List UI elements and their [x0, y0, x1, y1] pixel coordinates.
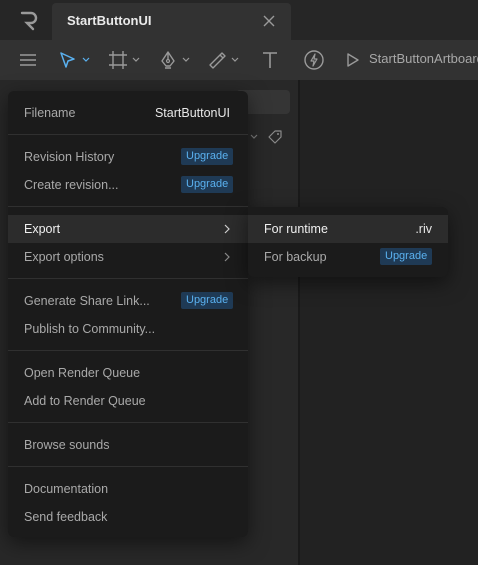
menu-divider	[8, 206, 248, 207]
document-tab[interactable]: StartButtonUI	[52, 3, 291, 40]
publish-to-community-label: Publish to Community...	[24, 322, 156, 336]
tab-title: StartButtonUI	[67, 13, 152, 28]
select-arrow-icon	[60, 52, 75, 68]
artboard-tool-button[interactable]	[108, 48, 140, 72]
export-submenu: For runtime .riv For backup Upgrade	[248, 207, 448, 277]
menu-item-publish-to-community[interactable]: Publish to Community...	[8, 315, 248, 343]
documentation-label: Documentation	[24, 482, 109, 496]
select-tool-button[interactable]	[58, 48, 90, 72]
export-label: Export	[24, 222, 61, 236]
generate-share-link-label: Generate Share Link...	[24, 294, 150, 308]
menu-item-send-feedback[interactable]: Send feedback	[8, 503, 248, 531]
brush-icon	[209, 52, 226, 69]
upgrade-badge[interactable]: Upgrade	[380, 248, 433, 265]
browse-sounds-label: Browse sounds	[24, 438, 110, 452]
menu-item-export[interactable]: Export	[8, 215, 248, 243]
chevron-down-icon	[132, 57, 140, 62]
upgrade-badge[interactable]: Upgrade	[181, 176, 234, 193]
artboard-name[interactable]: StartButtonArtboard	[369, 51, 478, 66]
runtime-extension: .riv	[415, 222, 432, 236]
export-options-label: Export options	[24, 250, 104, 264]
menu-item-filename[interactable]: Filename StartButtonUI	[8, 99, 248, 127]
menu-divider	[8, 278, 248, 279]
open-render-queue-label: Open Render Queue	[24, 366, 141, 380]
menu-divider	[8, 134, 248, 135]
menu-divider	[8, 350, 248, 351]
filename-value: StartButtonUI	[154, 106, 230, 120]
add-to-render-queue-label: Add to Render Queue	[24, 394, 146, 408]
rive-logo-icon[interactable]	[18, 9, 40, 31]
artboard-frame-icon	[109, 51, 127, 69]
pen-tool-button[interactable]	[158, 48, 190, 72]
chevron-down-icon	[182, 57, 190, 62]
chevron-right-icon	[224, 252, 230, 262]
menu-item-documentation[interactable]: Documentation	[8, 475, 248, 503]
submenu-item-for-backup[interactable]: For backup Upgrade	[248, 243, 448, 271]
brush-tool-button[interactable]	[207, 48, 239, 72]
menu-divider	[8, 422, 248, 423]
filename-label: Filename	[24, 106, 76, 120]
menu-item-revision-history[interactable]: Revision History Upgrade	[8, 143, 248, 171]
create-revision-label: Create revision...	[24, 178, 119, 192]
chevron-down-icon	[231, 57, 239, 62]
menu-divider	[8, 466, 248, 467]
chevron-down-icon	[82, 57, 90, 62]
upgrade-badge[interactable]: Upgrade	[181, 292, 234, 309]
lightning-tool-button[interactable]	[303, 48, 325, 72]
chevron-right-icon	[224, 224, 230, 234]
text-tool-icon	[263, 52, 277, 68]
hamburger-menu-icon	[20, 54, 36, 66]
menu-item-browse-sounds[interactable]: Browse sounds	[8, 431, 248, 459]
text-tool-button[interactable]	[260, 48, 280, 72]
menu-item-add-to-render-queue[interactable]: Add to Render Queue	[8, 387, 248, 415]
menu-item-generate-share-link[interactable]: Generate Share Link... Upgrade	[8, 287, 248, 315]
send-feedback-label: Send feedback	[24, 510, 108, 524]
for-runtime-label: For runtime	[264, 222, 328, 236]
play-button[interactable]	[345, 48, 361, 72]
close-icon[interactable]	[259, 11, 279, 31]
title-bar: StartButtonUI	[0, 0, 478, 40]
main-menu: Filename StartButtonUI Revision History …	[8, 91, 248, 537]
menu-item-open-render-queue[interactable]: Open Render Queue	[8, 359, 248, 387]
stage-canvas[interactable]	[300, 80, 478, 565]
tag-icon[interactable]	[268, 130, 282, 144]
submenu-item-for-runtime[interactable]: For runtime .riv	[248, 215, 448, 243]
lightning-icon	[304, 50, 324, 70]
for-backup-label: For backup	[264, 250, 327, 264]
menu-item-export-options[interactable]: Export options	[8, 243, 248, 271]
pen-tool-icon	[161, 51, 175, 69]
hamburger-menu-button[interactable]	[18, 48, 38, 72]
menu-item-create-revision[interactable]: Create revision... Upgrade	[8, 171, 248, 199]
revision-history-label: Revision History	[24, 150, 115, 164]
chevron-down-icon[interactable]	[250, 134, 258, 140]
toolbar: StartButtonArtboard	[0, 40, 478, 80]
play-icon	[347, 53, 359, 67]
upgrade-badge[interactable]: Upgrade	[181, 148, 234, 165]
